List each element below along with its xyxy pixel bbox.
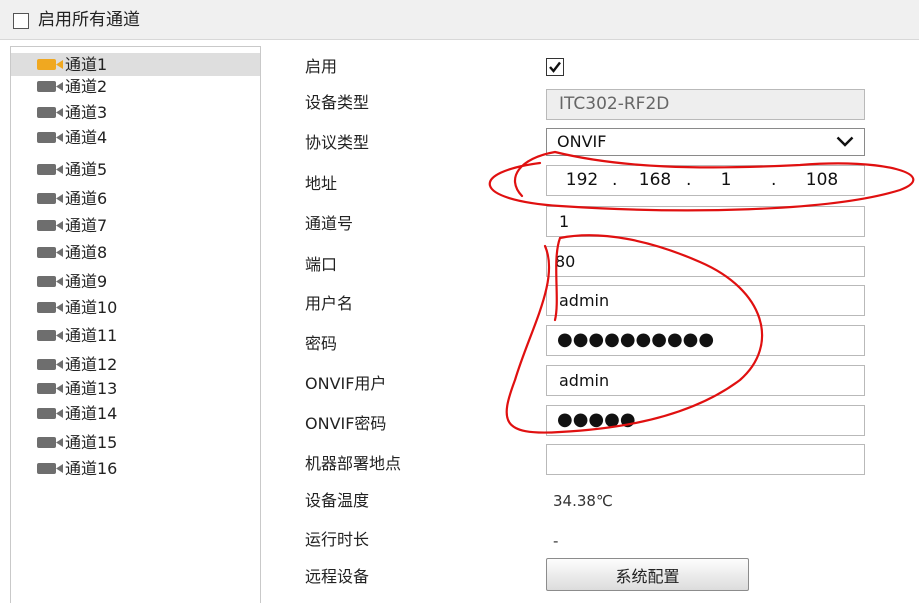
address-label: 地址 xyxy=(305,174,338,193)
camera-icon xyxy=(37,408,63,419)
camera-icon xyxy=(37,276,63,287)
camera-icon xyxy=(37,302,63,313)
channel-label: 通道15 xyxy=(65,433,118,452)
channel-label: 通道1 xyxy=(65,55,108,74)
address-input[interactable]: 192 . 168 . 1 . 108 xyxy=(546,165,865,196)
channel-list-item[interactable]: 通道15 xyxy=(11,431,260,454)
chevron-down-icon xyxy=(836,136,854,147)
device-type-value: ITC302-RF2D xyxy=(559,94,670,114)
username-input[interactable]: admin xyxy=(546,285,865,316)
password-label: 密码 xyxy=(305,334,338,353)
enable-all-label: 启用所有通道 xyxy=(38,10,140,30)
channel-label: 通道9 xyxy=(65,272,108,291)
remote-device-label: 远程设备 xyxy=(305,567,370,586)
location-input[interactable] xyxy=(546,444,865,475)
channel-list-item[interactable]: 通道11 xyxy=(11,324,260,347)
channel-label: 通道7 xyxy=(65,216,108,235)
ip-octet[interactable]: 192 xyxy=(557,166,607,195)
onvif-user-label: ONVIF用户 xyxy=(305,374,387,393)
channel-list-item[interactable]: 通道8 xyxy=(11,241,260,264)
ip-dot: . xyxy=(771,170,777,190)
camera-icon xyxy=(37,81,63,92)
camera-icon xyxy=(37,193,63,204)
channel-no-value: 1 xyxy=(559,212,570,231)
camera-icon xyxy=(37,247,63,258)
camera-icon xyxy=(37,383,63,394)
protocol-value: ONVIF xyxy=(557,132,607,151)
password-input[interactable]: ●●●●●●●●●● xyxy=(546,325,865,356)
device-type-field: ITC302-RF2D xyxy=(546,89,865,120)
camera-icon xyxy=(37,59,63,70)
onvif-password-label: ONVIF密码 xyxy=(305,414,387,433)
location-label: 机器部署地点 xyxy=(305,454,402,473)
channel-list-item[interactable]: 通道12 xyxy=(11,353,260,376)
protocol-select[interactable]: ONVIF xyxy=(546,128,865,156)
channel-list-item[interactable]: 通道6 xyxy=(11,187,260,210)
channel-no-label: 通道号 xyxy=(305,214,354,233)
channel-list-item[interactable]: 通道9 xyxy=(11,270,260,293)
channel-list-item[interactable]: 通道10 xyxy=(11,296,260,319)
enable-label: 启用 xyxy=(305,57,338,76)
enable-checkbox[interactable] xyxy=(546,58,564,76)
channel-label: 通道6 xyxy=(65,189,108,208)
onvif-password-input[interactable]: ●●●●● xyxy=(546,405,865,436)
camera-icon xyxy=(37,107,63,118)
uptime-label: 运行时长 xyxy=(305,530,370,549)
port-value: 80 xyxy=(555,252,576,271)
channel-no-input[interactable]: 1 xyxy=(546,206,865,237)
port-input[interactable]: 80 xyxy=(546,246,865,277)
channel-label: 通道8 xyxy=(65,243,108,262)
protocol-label: 协议类型 xyxy=(305,133,370,152)
checkmark-icon xyxy=(549,61,561,73)
password-mask: ●●●●●●●●●● xyxy=(557,329,715,350)
channel-list-item[interactable]: 通道16 xyxy=(11,457,260,480)
channel-label: 通道11 xyxy=(65,326,118,345)
uptime-value: - xyxy=(553,532,559,550)
enable-all-checkbox[interactable] xyxy=(13,13,29,29)
camera-icon xyxy=(37,132,63,143)
camera-icon xyxy=(37,359,63,370)
channel-list-item[interactable]: 通道5 xyxy=(11,158,260,181)
camera-icon xyxy=(37,220,63,231)
temperature-value: 34.38℃ xyxy=(553,492,613,510)
channel-label: 通道13 xyxy=(65,379,118,398)
temperature-label: 设备温度 xyxy=(305,491,370,510)
username-label: 用户名 xyxy=(305,294,354,313)
ip-octet[interactable]: 1 xyxy=(706,166,746,195)
channel-list: 通道1 通道2 通道3 通道4 通道5 通道6 通道7 通道8 通道9 通道10 通道11 通道12 通… xyxy=(10,46,261,603)
ip-dot: . xyxy=(612,170,618,190)
channel-list-item[interactable]: 通道14 xyxy=(11,402,260,425)
channel-label: 通道3 xyxy=(65,103,108,122)
onvif-user-input[interactable]: admin xyxy=(546,365,865,396)
ip-octet[interactable]: 168 xyxy=(630,166,680,195)
ip-dot: . xyxy=(686,170,692,190)
channel-list-item[interactable]: 通道2 xyxy=(11,75,260,98)
channel-label: 通道2 xyxy=(65,77,108,96)
camera-icon xyxy=(37,164,63,175)
username-value: admin xyxy=(559,291,610,310)
system-config-button[interactable]: 系统配置 xyxy=(546,558,749,591)
onvif-user-value: admin xyxy=(559,371,610,390)
channel-label: 通道14 xyxy=(65,404,118,423)
channel-list-item[interactable]: 通道13 xyxy=(11,377,260,400)
ip-octet[interactable]: 108 xyxy=(792,166,852,195)
channel-label: 通道16 xyxy=(65,459,118,478)
channel-list-item[interactable]: 通道3 xyxy=(11,101,260,124)
camera-icon xyxy=(37,463,63,474)
camera-icon xyxy=(37,330,63,341)
onvif-password-mask: ●●●●● xyxy=(557,409,636,430)
camera-icon xyxy=(37,437,63,448)
channel-label: 通道10 xyxy=(65,298,118,317)
device-type-label: 设备类型 xyxy=(305,93,370,112)
channel-list-item[interactable]: 通道1 xyxy=(11,53,260,76)
channel-list-item[interactable]: 通道7 xyxy=(11,214,260,237)
channel-label: 通道12 xyxy=(65,355,118,374)
port-label: 端口 xyxy=(305,255,338,274)
channel-list-item[interactable]: 通道4 xyxy=(11,126,260,149)
channel-label: 通道5 xyxy=(65,160,108,179)
channel-label: 通道4 xyxy=(65,128,108,147)
top-bar: 启用所有通道 xyxy=(0,0,919,40)
